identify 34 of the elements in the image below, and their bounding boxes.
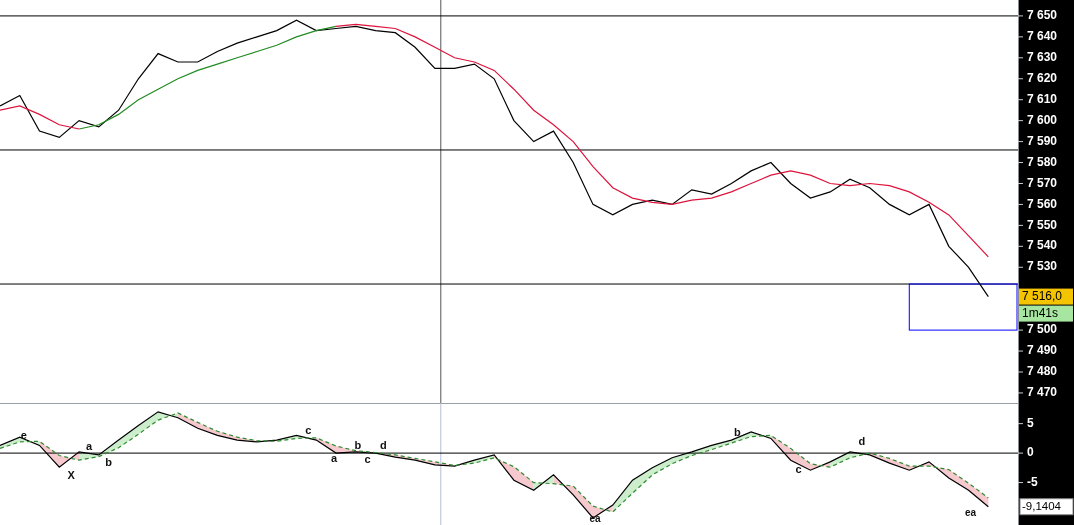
wave-label: d [858,434,866,447]
axis-label: 7 600 [1027,112,1058,127]
axis-label: 7 480 [1027,364,1058,379]
axis-label: -5 [1027,474,1038,489]
axis-label: 7 560 [1027,196,1058,211]
wave-label: b [105,456,113,468]
axis-label: 7 590 [1027,133,1058,148]
axis-label: 7 490 [1027,343,1058,358]
axis-label: 7 650 [1027,8,1058,23]
axis-label: 7 500 [1027,322,1058,337]
axis-label: 7 620 [1027,70,1058,85]
wave-label: a [331,451,338,464]
axis-label: 7 530 [1027,259,1058,274]
value-badge: -9,1404 [1019,498,1074,516]
wave-label: X [67,469,75,481]
wave-label: c [795,463,802,476]
axis-label: 5 [1027,415,1034,430]
wave-label: a [85,440,92,453]
wave-label: d [380,438,387,451]
axis-label: 7 470 [1027,385,1058,400]
axis-label: 7 550 [1027,217,1058,232]
wave-label: ea [589,512,601,524]
wave-label: b [733,425,741,438]
axis-label: 7 540 [1027,238,1058,253]
axis-label: 0 [1027,445,1034,460]
wave-label: c [305,424,312,437]
axis-label: 7 630 [1027,50,1058,64]
axis-label: 7 580 [1027,154,1058,169]
axis-label: 7 640 [1027,29,1058,44]
axis-label: 7 570 [1027,175,1058,190]
wave-label: ea [965,506,977,518]
axis-label: 7 610 [1027,91,1058,106]
wave-label: b [354,438,362,451]
wave-label: c [364,453,371,466]
